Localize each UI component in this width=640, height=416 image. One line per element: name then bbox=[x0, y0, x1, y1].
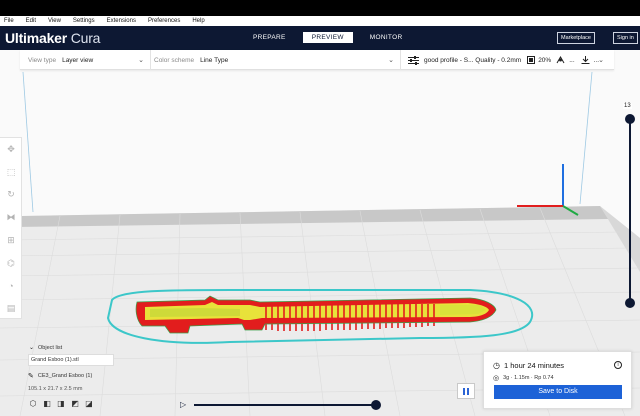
divider bbox=[150, 50, 151, 70]
tab-preview[interactable]: PREVIEW bbox=[302, 32, 353, 43]
divider bbox=[400, 50, 401, 70]
layer-number: 13 bbox=[623, 103, 632, 109]
menu-settings[interactable]: Settings bbox=[73, 18, 95, 24]
object-list-title: Object list bbox=[38, 344, 63, 351]
menu-help[interactable]: Help bbox=[192, 18, 204, 24]
color-scheme-select[interactable]: Color scheme Line Type ⌄ bbox=[154, 50, 398, 70]
title-bar bbox=[0, 0, 640, 16]
menu-view[interactable]: View bbox=[48, 18, 61, 24]
material-usage: 3g · 1.15m · Rp 0.74 bbox=[503, 375, 554, 381]
3d-view-icon[interactable]: ⬡ bbox=[28, 398, 38, 408]
simulation-slider-handle[interactable] bbox=[371, 400, 381, 410]
pencil-icon: ✎ bbox=[28, 373, 34, 380]
print-setup-selector[interactable]: good profile - S... Quality - 0.2mm 20% … bbox=[408, 50, 608, 70]
front-view-icon[interactable]: ◧ bbox=[42, 398, 52, 408]
menu-file[interactable]: File bbox=[4, 18, 14, 24]
stage-menu-bar: View type Layer view ⌄ Color scheme Line… bbox=[20, 50, 614, 70]
chevron-down-icon: ⌄ bbox=[388, 57, 394, 64]
sign-in-button[interactable]: Sign in bbox=[613, 32, 638, 44]
object-name: CE3_Grand Esboo (1) bbox=[37, 373, 93, 379]
view-type-select[interactable]: View type Layer view ⌄ bbox=[28, 50, 148, 70]
pause-button[interactable] bbox=[457, 383, 475, 399]
simulation-bar: ▷ bbox=[176, 398, 386, 412]
mirror-tool-icon[interactable]: ⧓ bbox=[0, 206, 22, 229]
save-to-disk-button[interactable]: Save to Disk bbox=[494, 385, 622, 399]
play-icon[interactable]: ▷ bbox=[180, 400, 186, 409]
marketplace-button[interactable]: Marketplace bbox=[557, 32, 595, 44]
build-volume-edge bbox=[579, 71, 593, 205]
tab-monitor[interactable]: MONITOR bbox=[361, 32, 412, 43]
menu-preferences[interactable]: Preferences bbox=[148, 18, 180, 24]
color-scheme-label: Color scheme bbox=[154, 56, 195, 64]
chevron-down-icon: ⌄ bbox=[138, 57, 144, 64]
app-logo: Ultimaker Cura bbox=[5, 30, 100, 46]
simulation-slider-track[interactable] bbox=[194, 404, 377, 406]
object-dimensions: 105.1 x 21.7 x 2.5 mm bbox=[28, 386, 83, 392]
info-icon[interactable]: i bbox=[614, 361, 622, 369]
layer-slider-track[interactable] bbox=[629, 118, 631, 304]
view-type-label: View type bbox=[28, 56, 57, 64]
adhesion-icon bbox=[581, 56, 590, 64]
custom-supports-icon[interactable]: ◔ bbox=[0, 275, 22, 298]
print-time: 1 hour 24 minutes bbox=[503, 361, 565, 370]
camera-view-buttons: ⬡ ◧ ◨ ◩ ◪ bbox=[28, 398, 98, 408]
view-type-value: Layer view bbox=[62, 56, 94, 64]
support-icon bbox=[556, 56, 565, 64]
left-view-icon[interactable]: ◩ bbox=[70, 398, 80, 408]
print-information-panel: ◷ 1 hour 24 minutes i ◎ 3g · 1.15m · Rp … bbox=[483, 351, 632, 409]
logo-product: Cura bbox=[70, 30, 101, 46]
material-usage-row: ◎ 3g · 1.15m · Rp 0.74 bbox=[493, 374, 554, 382]
print-time-row: ◷ 1 hour 24 minutes bbox=[493, 361, 564, 370]
chevron-down-icon: ⌄ bbox=[29, 345, 35, 351]
per-model-settings-icon[interactable]: ⊞ bbox=[0, 229, 22, 252]
app-header: Ultimaker Cura PREPARE PREVIEW MONITOR M… bbox=[0, 26, 640, 50]
pause-icon bbox=[467, 387, 469, 395]
color-scheme-value: Line Type bbox=[200, 56, 229, 64]
logo-brand: Ultimaker bbox=[5, 30, 68, 46]
chevron-down-icon: ⌄ bbox=[598, 57, 604, 64]
rotate-tool-icon[interactable]: ↻ bbox=[0, 184, 22, 207]
profile-name: good profile - S... Quality - 0.2mm bbox=[424, 56, 522, 64]
layer-slider-top-handle[interactable] bbox=[625, 114, 635, 124]
right-view-icon[interactable]: ◪ bbox=[84, 398, 94, 408]
object-list-item[interactable]: Grand Esboo (1).stl bbox=[28, 354, 114, 366]
delete-icon[interactable]: ▤ bbox=[0, 297, 22, 320]
more-indicator: ... bbox=[569, 56, 575, 64]
clock-icon: ◷ bbox=[493, 361, 500, 370]
support-blocker-icon[interactable]: ⌬ bbox=[0, 252, 22, 275]
move-tool-icon[interactable]: ✥ bbox=[0, 138, 22, 161]
menu-edit[interactable]: Edit bbox=[26, 18, 36, 24]
tab-prepare[interactable]: PREPARE bbox=[244, 32, 295, 43]
menu-extensions[interactable]: Extensions bbox=[107, 18, 136, 24]
scale-tool-icon[interactable]: ⬚ bbox=[0, 161, 22, 184]
infill-icon bbox=[527, 56, 536, 64]
spool-icon: ◎ bbox=[493, 375, 500, 382]
infill-value: 20% bbox=[538, 56, 552, 64]
object-name-row[interactable]: ✎ CE3_Grand Esboo (1) bbox=[28, 372, 122, 380]
object-list-toggle[interactable]: ⌄ Object list bbox=[29, 344, 122, 352]
top-view-icon[interactable]: ◨ bbox=[56, 398, 66, 408]
layer-slider-bottom-handle[interactable] bbox=[625, 298, 635, 308]
build-volume-edge bbox=[22, 71, 34, 213]
settings-sliders-icon bbox=[408, 55, 419, 65]
tool-panel: ✥ ⬚ ↻ ⧓ ⊞ ⌬ ◔ ▤ bbox=[0, 137, 22, 319]
pause-icon bbox=[463, 387, 465, 395]
stage-tabs: PREPARE PREVIEW MONITOR bbox=[244, 32, 419, 43]
object-list-panel: ⌄ Object list Grand Esboo (1).stl ✎ CE3_… bbox=[22, 344, 122, 392]
menu-bar: File Edit View Settings Extensions Prefe… bbox=[0, 16, 640, 26]
